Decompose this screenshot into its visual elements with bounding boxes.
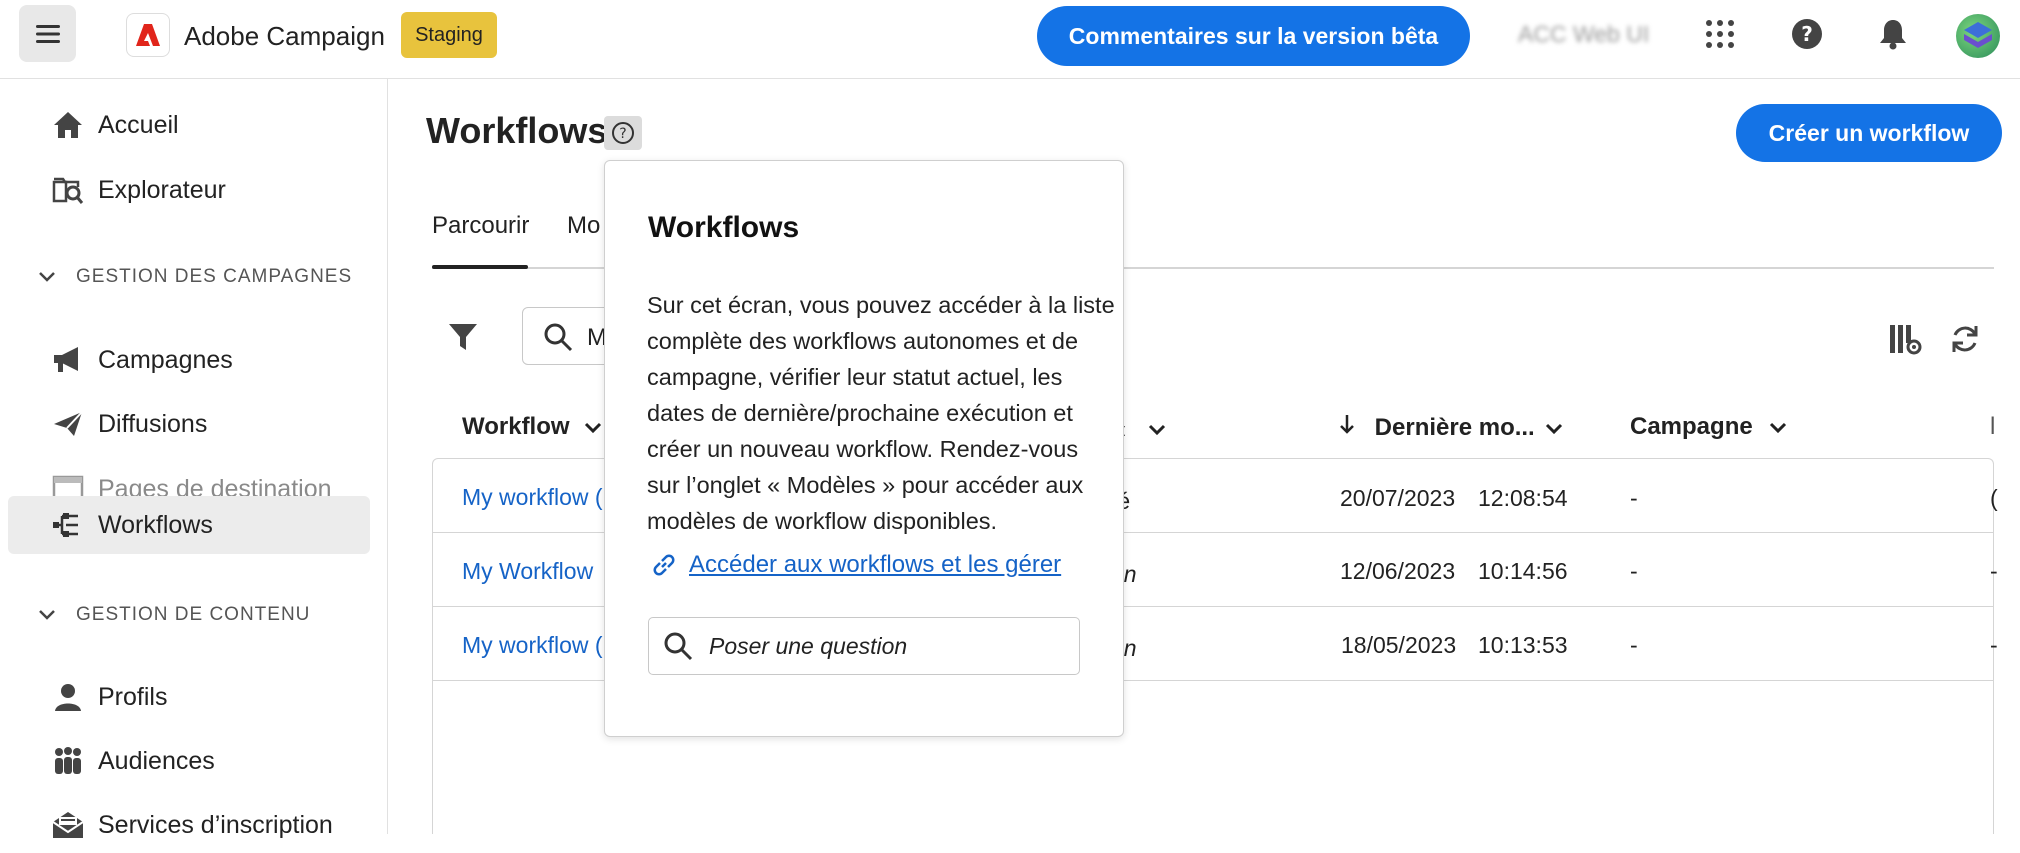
tab-modeles[interactable]: Mo bbox=[567, 212, 600, 240]
sidebar-item-workflows[interactable]: Workflows bbox=[8, 496, 370, 554]
sidebar-item-accueil[interactable]: Accueil bbox=[8, 97, 370, 153]
date-cell: 20/07/2023 bbox=[1340, 485, 1456, 511]
search-icon bbox=[544, 323, 573, 352]
column-settings-icon[interactable] bbox=[1886, 320, 1924, 358]
sidebar-item-label: Campagnes bbox=[98, 345, 233, 374]
sort-down-arrow-icon bbox=[1340, 415, 1354, 434]
extra-cell: ( bbox=[1990, 485, 1998, 511]
column-label: Workflow bbox=[462, 413, 570, 440]
tab-parcourir[interactable]: Parcourir bbox=[432, 212, 529, 240]
sidebar-item-label: Services d’inscription bbox=[98, 810, 333, 839]
app-name: Adobe Campaign bbox=[184, 21, 385, 51]
create-workflow-button[interactable]: Créer un workflow bbox=[1736, 104, 2002, 162]
bell-icon[interactable] bbox=[1873, 14, 1913, 54]
chevron-down-icon bbox=[39, 610, 55, 620]
explorer-icon bbox=[50, 172, 86, 208]
column-header-derniere-modification[interactable]: Dernière mo... bbox=[1338, 413, 1563, 442]
link-label[interactable]: Accéder aux workflows et les gérer bbox=[689, 551, 1061, 579]
time-cell: 12:08:54 bbox=[1478, 485, 1568, 511]
help-icon[interactable]: ? bbox=[1787, 14, 1827, 54]
sidebar-item-services-inscription[interactable]: Services d’inscription bbox=[8, 797, 370, 853]
svg-text:?: ? bbox=[619, 126, 626, 142]
top-bar: Adobe Campaign Staging Commentaires sur … bbox=[0, 0, 2020, 79]
chevron-down-icon bbox=[1770, 422, 1787, 434]
campaign-cell: - bbox=[1630, 558, 1638, 584]
home-icon bbox=[50, 107, 86, 143]
campaign-cell: - bbox=[1630, 485, 1638, 511]
sidebar-item-label: Audiences bbox=[98, 746, 215, 775]
campaign-cell: - bbox=[1630, 632, 1638, 658]
ask-question-input[interactable] bbox=[709, 628, 1069, 664]
workflow-name-link[interactable]: My Workflow bbox=[462, 558, 593, 585]
workflow-name-link[interactable]: My workflow ( bbox=[462, 632, 603, 659]
column-header-campagne[interactable]: Campagne bbox=[1630, 413, 1787, 441]
section-label: GESTION DES CAMPAGNES bbox=[76, 266, 353, 287]
ask-question-field[interactable] bbox=[648, 617, 1080, 675]
menu-button[interactable] bbox=[19, 5, 76, 62]
filter-icon[interactable] bbox=[444, 318, 482, 356]
sidebar-item-label: Profils bbox=[98, 682, 168, 711]
svg-text:?: ? bbox=[1801, 22, 1813, 46]
sidebar-item-audiences[interactable]: Audiences bbox=[8, 733, 370, 789]
sidebar-item-profils[interactable]: Profils bbox=[8, 669, 370, 725]
sidebar-item-label: Explorateur bbox=[98, 175, 226, 204]
sidebar-item-campagnes[interactable]: Campagnes bbox=[8, 332, 370, 388]
org-name[interactable]: ACC Web UI bbox=[1518, 21, 1649, 48]
chevron-down-icon bbox=[39, 272, 55, 282]
beta-feedback-button[interactable]: Commentaires sur la version bêta bbox=[1037, 6, 1470, 66]
sidebar-item-label: Accueil bbox=[98, 110, 179, 139]
apps-grid-icon[interactable] bbox=[1700, 14, 1740, 54]
sidebar: Accueil Explorateur GESTION DES CAMPAGNE… bbox=[0, 79, 388, 839]
adobe-logo[interactable] bbox=[126, 13, 170, 57]
column-label: Dernière mo... bbox=[1374, 414, 1535, 441]
help-popover: Workflows Sur cet écran, vous pouvez acc… bbox=[604, 160, 1124, 737]
megaphone-icon bbox=[50, 342, 86, 378]
chevron-down-icon bbox=[585, 422, 602, 434]
section-gestion-contenu[interactable]: GESTION DE CONTENU bbox=[38, 600, 310, 630]
workflow-icon bbox=[50, 507, 86, 543]
section-gestion-campagnes[interactable]: GESTION DES CAMPAGNES bbox=[38, 262, 352, 292]
help-button[interactable]: ? bbox=[604, 116, 642, 150]
time-cell: 10:14:56 bbox=[1478, 558, 1568, 584]
question-circle-icon: ? bbox=[612, 122, 634, 144]
page-title: Workflows bbox=[426, 110, 608, 151]
subscription-icon bbox=[50, 807, 86, 843]
avatar[interactable] bbox=[1956, 14, 2000, 58]
extra-cell: - bbox=[1990, 632, 1998, 658]
time-cell: 10:13:53 bbox=[1478, 632, 1568, 658]
environment-badge: Staging bbox=[401, 12, 497, 58]
column-header-workflow[interactable]: Workflow bbox=[462, 413, 602, 441]
chevron-down-icon bbox=[1546, 423, 1563, 435]
popover-description: Sur cet écran, vous pouvez accéder à la … bbox=[647, 292, 1115, 534]
popover-title: Workflows bbox=[648, 211, 800, 244]
date-cell: 18/05/2023 bbox=[1341, 632, 1457, 658]
active-tab-indicator bbox=[432, 265, 528, 269]
date-cell: 12/06/2023 bbox=[1340, 558, 1456, 584]
workflow-name-link[interactable]: My workflow ( bbox=[462, 484, 603, 511]
send-icon bbox=[50, 406, 86, 442]
section-label: GESTION DE CONTENU bbox=[76, 604, 311, 625]
column-label: Campagne bbox=[1630, 413, 1753, 440]
menu-icon bbox=[35, 24, 60, 43]
user-icon bbox=[50, 679, 86, 715]
column-header-extra[interactable]: l bbox=[1990, 413, 1995, 441]
search-icon bbox=[664, 632, 693, 661]
sidebar-item-label: Diffusions bbox=[98, 409, 208, 438]
chevron-down-icon bbox=[1148, 424, 1166, 436]
sidebar-item-diffusions[interactable]: Diffusions bbox=[8, 396, 370, 452]
extra-cell: - bbox=[1990, 558, 1998, 584]
manage-workflows-link[interactable]: Accéder aux workflows et les gérer bbox=[649, 548, 1061, 582]
refresh-icon[interactable] bbox=[1946, 320, 1984, 358]
sidebar-item-explorateur[interactable]: Explorateur bbox=[8, 162, 370, 218]
audiences-icon bbox=[50, 743, 86, 779]
sidebar-item-label: Workflows bbox=[98, 510, 213, 539]
link-icon bbox=[653, 554, 675, 576]
